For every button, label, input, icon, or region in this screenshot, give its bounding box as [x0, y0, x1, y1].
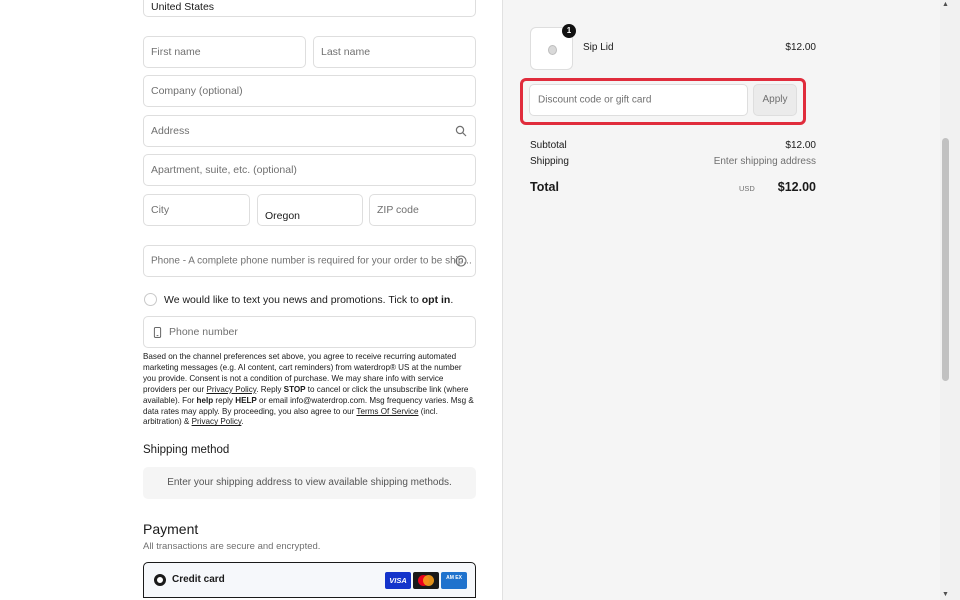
apartment-placeholder: Apartment, suite, etc. (optional): [151, 164, 297, 176]
state-select[interactable]: Oregon: [257, 194, 363, 226]
subtotal-label: Subtotal: [530, 140, 567, 151]
subtotal-value: $12.00: [785, 140, 816, 151]
credit-card-label: Credit card: [172, 574, 225, 585]
sip-lid-image: [548, 45, 557, 55]
discount-code-input[interactable]: Discount code or gift card: [529, 84, 748, 116]
company-placeholder: Company (optional): [151, 85, 243, 97]
shipping-method-notice: Enter your shipping address to view avai…: [143, 467, 476, 499]
currency-code: USD: [739, 184, 755, 193]
total-label: Total: [530, 180, 559, 194]
scroll-up-arrow-icon[interactable]: ▲: [940, 0, 951, 10]
checkout-form-panel: United States First name Last name Compa…: [0, 0, 502, 600]
shipping-label: Shipping: [530, 156, 569, 167]
state-value: Oregon: [265, 210, 301, 222]
apply-discount-button[interactable]: Apply: [753, 84, 797, 116]
apartment-input[interactable]: Apartment, suite, etc. (optional): [143, 154, 476, 186]
total-value: $12.00: [777, 180, 816, 194]
last-name-input[interactable]: Last name: [313, 36, 476, 68]
payment-subtitle: All transactions are secure and encrypte…: [143, 541, 321, 552]
zip-input[interactable]: ZIP code: [369, 194, 476, 226]
first-name-input[interactable]: First name: [143, 36, 306, 68]
last-name-placeholder: Last name: [321, 46, 371, 58]
terms-of-service-link[interactable]: Terms Of Service: [356, 407, 418, 416]
svg-text:?: ?: [459, 257, 463, 266]
product-price: $12.00: [785, 42, 816, 53]
shipping-method-heading: Shipping method: [143, 444, 230, 456]
page-scrollbar[interactable]: ▲ ▼: [940, 0, 960, 600]
sms-optin-label: We would like to text you news and promo…: [164, 294, 454, 306]
country-value: United States: [151, 1, 215, 13]
sms-phone-placeholder: Phone number: [169, 326, 238, 338]
sms-optin-checkbox[interactable]: [144, 293, 157, 306]
product-name: Sip Lid: [583, 42, 614, 53]
company-input[interactable]: Company (optional): [143, 75, 476, 107]
address-placeholder: Address: [151, 125, 190, 137]
phone-input[interactable]: Phone - A complete phone number is requi…: [143, 245, 476, 277]
payment-heading: Payment: [143, 521, 199, 537]
shipping-value: Enter shipping address: [713, 156, 816, 167]
scrollbar-thumb[interactable]: [942, 138, 949, 381]
mobile-phone-icon: [153, 327, 162, 338]
sms-phone-input[interactable]: Phone number: [143, 316, 476, 348]
mastercard-icon: [413, 572, 439, 589]
privacy-policy-link-2[interactable]: Privacy Policy: [192, 417, 242, 426]
help-circle-icon[interactable]: ?: [455, 255, 467, 267]
credit-card-radio[interactable]: [154, 574, 166, 586]
phone-placeholder: Phone - A complete phone number is requi…: [151, 255, 472, 267]
country-select[interactable]: United States: [143, 0, 476, 17]
discount-placeholder: Discount code or gift card: [538, 94, 652, 106]
zip-placeholder: ZIP code: [377, 204, 419, 216]
privacy-policy-link[interactable]: Privacy Policy: [206, 385, 256, 394]
credit-card-option[interactable]: Credit card VISA AM EX: [143, 562, 476, 598]
scroll-down-arrow-icon[interactable]: ▼: [940, 590, 951, 600]
sms-legal-text: Based on the channel preferences set abo…: [143, 352, 474, 427]
search-icon: [455, 125, 467, 137]
city-input[interactable]: City: [143, 194, 250, 226]
city-placeholder: City: [151, 204, 170, 216]
quantity-badge: 1: [562, 24, 576, 38]
first-name-placeholder: First name: [151, 46, 201, 58]
address-input[interactable]: Address: [143, 115, 476, 147]
amex-icon: AM EX: [441, 572, 467, 589]
visa-icon: VISA: [385, 572, 411, 589]
